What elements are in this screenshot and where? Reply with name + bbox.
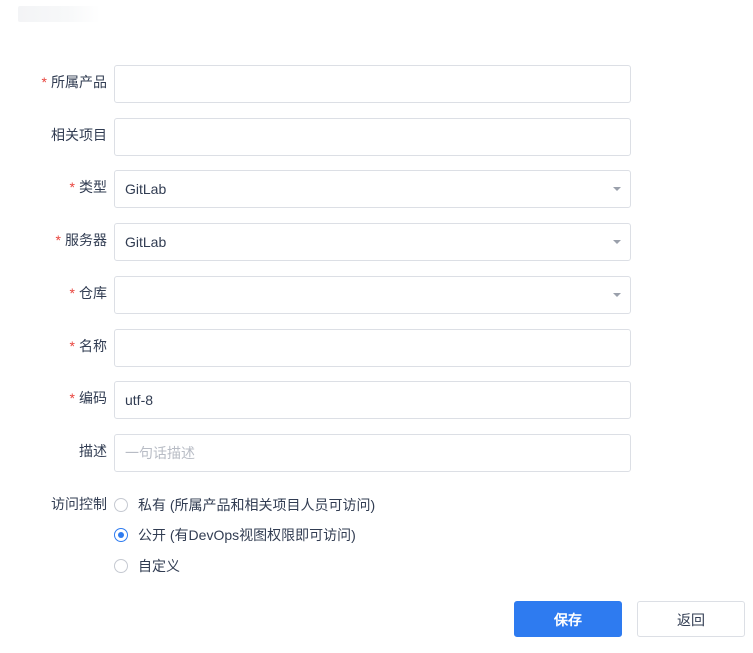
chevron-down-icon — [613, 240, 621, 244]
field-row-server: * 服务器 GitLab — [0, 223, 640, 261]
field-label-description: 描述 — [79, 443, 107, 459]
chevron-down-icon — [613, 293, 621, 297]
required-mark: * — [69, 285, 75, 301]
server-select[interactable]: GitLab — [114, 223, 631, 261]
field-row-name: * 名称 — [0, 329, 640, 367]
back-button[interactable]: 返回 — [637, 601, 745, 637]
field-label-encoding: * 编码 — [69, 390, 107, 406]
required-mark: * — [69, 390, 75, 406]
field-row-type: * 类型 GitLab — [0, 170, 640, 208]
field-label-server: * 服务器 — [55, 232, 107, 248]
name-input[interactable] — [114, 329, 631, 367]
description-input[interactable]: 一句话描述 — [114, 434, 631, 472]
required-mark: * — [69, 338, 75, 354]
field-label-project: 相关项目 — [51, 127, 107, 143]
save-button[interactable]: 保存 — [514, 601, 622, 637]
access-option-private-label: 私有 (所属产品和相关项目人员可访问) — [138, 497, 376, 513]
field-label-type: * 类型 — [69, 179, 107, 195]
field-row-repository: * 仓库 — [0, 276, 640, 314]
field-row-encoding: * 编码 utf-8 — [0, 381, 640, 419]
field-label-repository: * 仓库 — [69, 285, 107, 301]
field-row-project: 相关项目 — [0, 118, 640, 156]
required-mark: * — [41, 74, 47, 90]
description-placeholder: 一句话描述 — [125, 445, 195, 461]
access-option-custom-label: 自定义 — [138, 558, 180, 574]
required-mark: * — [69, 179, 75, 195]
server-select-value: GitLab — [125, 234, 167, 250]
type-select[interactable]: GitLab — [114, 170, 631, 208]
repo-create-form: * 所属产品 相关项目 * 类型 GitLab * 服务器 GitLab * 仓… — [0, 0, 753, 653]
radio-custom[interactable] — [114, 559, 128, 573]
encoding-input[interactable]: utf-8 — [114, 381, 631, 419]
faint-header-placeholder — [18, 6, 100, 22]
product-select-input[interactable] — [114, 65, 631, 103]
access-control-label: 访问控制 — [51, 496, 107, 512]
project-input[interactable] — [114, 118, 631, 156]
access-option-public-label: 公开 (有DevOps视图权限即可访问) — [138, 527, 356, 543]
repository-select[interactable] — [114, 276, 631, 314]
field-row-product: * 所属产品 — [0, 65, 640, 103]
chevron-down-icon — [613, 187, 621, 191]
radio-private[interactable] — [114, 498, 128, 512]
radio-public[interactable] — [114, 528, 128, 542]
field-label-product: * 所属产品 — [41, 74, 107, 90]
field-row-description: 描述 一句话描述 — [0, 434, 640, 472]
field-label-name: * 名称 — [69, 338, 107, 354]
required-mark: * — [55, 232, 61, 248]
type-select-value: GitLab — [125, 181, 167, 197]
encoding-value: utf-8 — [125, 392, 154, 408]
